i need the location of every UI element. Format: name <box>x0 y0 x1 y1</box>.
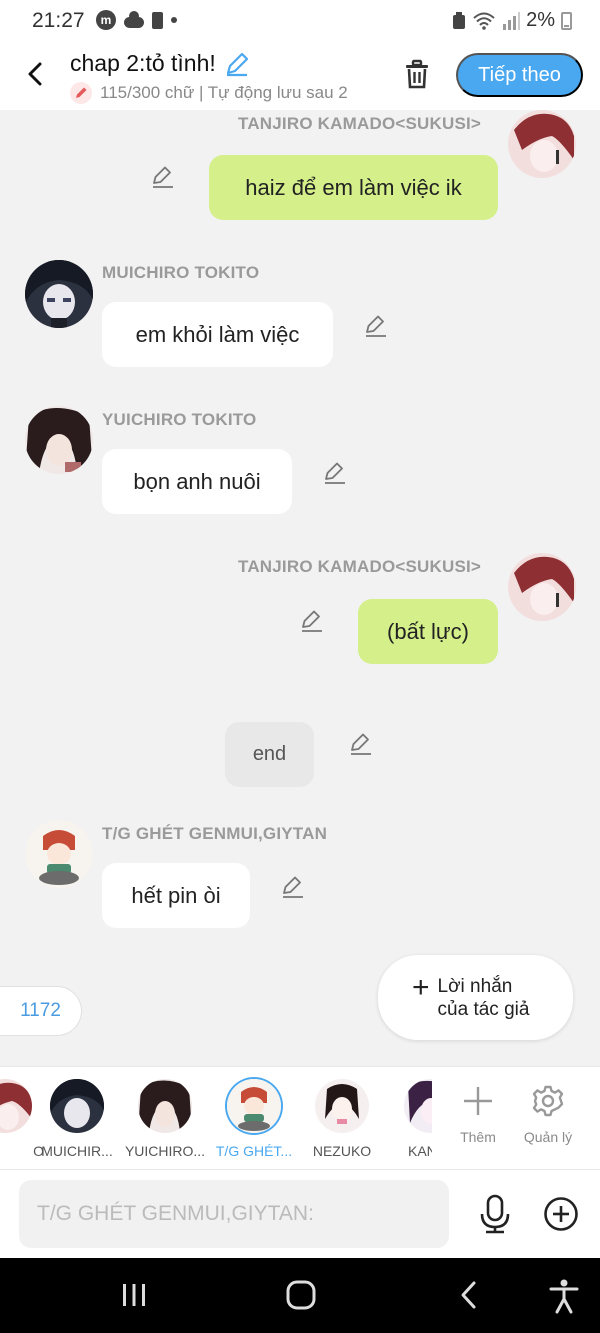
manage-characters-button[interactable]: Quản lý <box>513 1081 583 1145</box>
edit-message-icon[interactable] <box>150 164 176 190</box>
speaker-name: MUICHIRO TOKITO <box>102 263 260 282</box>
accessibility-icon[interactable] <box>548 1278 580 1314</box>
chapter-title-text: chap 2:tỏ tình! <box>70 50 216 76</box>
status-time: 21:27 <box>32 9 85 32</box>
character-label: KAN <box>408 1143 432 1159</box>
add-circle-icon[interactable] <box>543 1196 579 1232</box>
recent-apps-icon[interactable] <box>120 1278 148 1312</box>
word-count-autosave: 115/300 chữ | Tự động lưu sau 2 <box>70 82 375 104</box>
character-selector: O MUICHIR... YUICHIRO... T/G GHÉT... NEZ… <box>0 1066 600 1170</box>
character-label: MUICHIR... <box>41 1143 113 1159</box>
system-navigation-bar <box>0 1258 600 1333</box>
message-input-row: T/G GHÉT GENMUI,GIYTAN: <box>0 1170 600 1258</box>
avatar <box>138 1079 192 1133</box>
character-item-selected[interactable]: T/G GHÉT... <box>211 1079 297 1159</box>
avatar <box>404 1079 432 1133</box>
microphone-icon[interactable] <box>478 1194 512 1234</box>
battery-alert-icon <box>152 11 163 29</box>
character-item[interactable]: YUICHIRO... <box>122 1079 208 1159</box>
character-item[interactable]: MUICHIR... <box>34 1079 120 1159</box>
chat-area[interactable]: TANJIRO KAMADO<SUKUSI> haiz để em làm vi… <box>0 110 600 1066</box>
author-note-label: Lời nhắn của tác giả <box>437 975 530 1020</box>
character-label: YUICHIRO... <box>124 1143 206 1159</box>
signal-icon <box>503 11 521 30</box>
speaker-name: YUICHIRO TOKITO <box>102 410 257 429</box>
back-arrow-icon[interactable] <box>22 58 50 90</box>
edit-title-icon[interactable] <box>224 51 250 77</box>
character-item[interactable]: KAN <box>376 1079 432 1159</box>
plus-icon <box>464 1087 492 1115</box>
author-note-button[interactable]: + Lời nhắn của tác giả <box>378 955 573 1040</box>
avatar <box>315 1079 369 1133</box>
avatar[interactable] <box>508 110 576 178</box>
avatar[interactable] <box>508 553 576 621</box>
edit-message-icon[interactable] <box>348 731 374 757</box>
edit-message-icon[interactable] <box>363 313 389 339</box>
avatar <box>227 1079 281 1133</box>
avatar[interactable] <box>25 406 93 474</box>
add-label: Thêm <box>460 1129 496 1145</box>
chapter-title[interactable]: chap 2:tỏ tình! <box>70 50 250 77</box>
wifi-icon <box>473 12 495 30</box>
message-bubble[interactable]: em khỏi làm việc <box>102 302 333 367</box>
character-label: NEZUKO <box>312 1143 372 1159</box>
cloud-icon <box>124 10 144 28</box>
back-nav-icon[interactable] <box>456 1278 482 1312</box>
battery-icon <box>561 11 572 30</box>
pencil-icon <box>70 82 92 104</box>
message-bubble[interactable]: haiz để em làm việc ik <box>209 155 498 220</box>
messenger-notification-icon: m <box>96 10 116 30</box>
avatar[interactable] <box>25 260 93 328</box>
message-bubble[interactable]: bọn anh nuôi <box>102 449 292 514</box>
add-character-button[interactable]: Thêm <box>443 1081 513 1145</box>
word-count-text: 115/300 chữ | Tự động lưu sau 2 <box>100 83 348 102</box>
plus-icon: + <box>412 970 430 1004</box>
speaker-name: TANJIRO KAMADO<SUKUSI> <box>238 114 482 133</box>
edit-message-icon[interactable] <box>299 608 325 634</box>
edit-message-icon[interactable] <box>280 874 306 900</box>
speaker-name: T/G GHÉT GENMUI,GIYTAN <box>102 824 328 843</box>
edit-message-icon[interactable] <box>322 460 348 486</box>
character-item[interactable]: NEZUKO <box>299 1079 385 1159</box>
character-label: T/G GHÉT... <box>215 1143 293 1159</box>
speaker-name: TANJIRO KAMADO<SUKUSI> <box>238 557 482 576</box>
message-bubble[interactable]: hết pin òi <box>102 863 250 928</box>
recycle-icon <box>453 11 466 29</box>
avatar <box>50 1079 104 1133</box>
message-bubble[interactable]: (bất lực) <box>358 599 498 664</box>
avatar[interactable] <box>25 820 93 888</box>
message-input[interactable]: T/G GHÉT GENMUI,GIYTAN: <box>19 1180 449 1248</box>
battery-percent: 2% <box>526 9 555 31</box>
next-button[interactable]: Tiếp theo <box>456 53 583 97</box>
gear-icon <box>532 1085 564 1117</box>
narration-bubble[interactable]: end <box>225 722 314 787</box>
more-notifications-dot-icon <box>171 17 177 23</box>
manage-label: Quản lý <box>523 1129 573 1145</box>
editor-header: chap 2:tỏ tình! 115/300 chữ | Tự động lư… <box>0 44 600 110</box>
view-counter-badge[interactable]: 1172 <box>0 986 82 1036</box>
status-bar: 21:27 m 2% <box>0 0 600 44</box>
trash-icon[interactable] <box>402 58 432 90</box>
home-icon[interactable] <box>284 1278 318 1312</box>
avatar <box>0 1079 32 1133</box>
